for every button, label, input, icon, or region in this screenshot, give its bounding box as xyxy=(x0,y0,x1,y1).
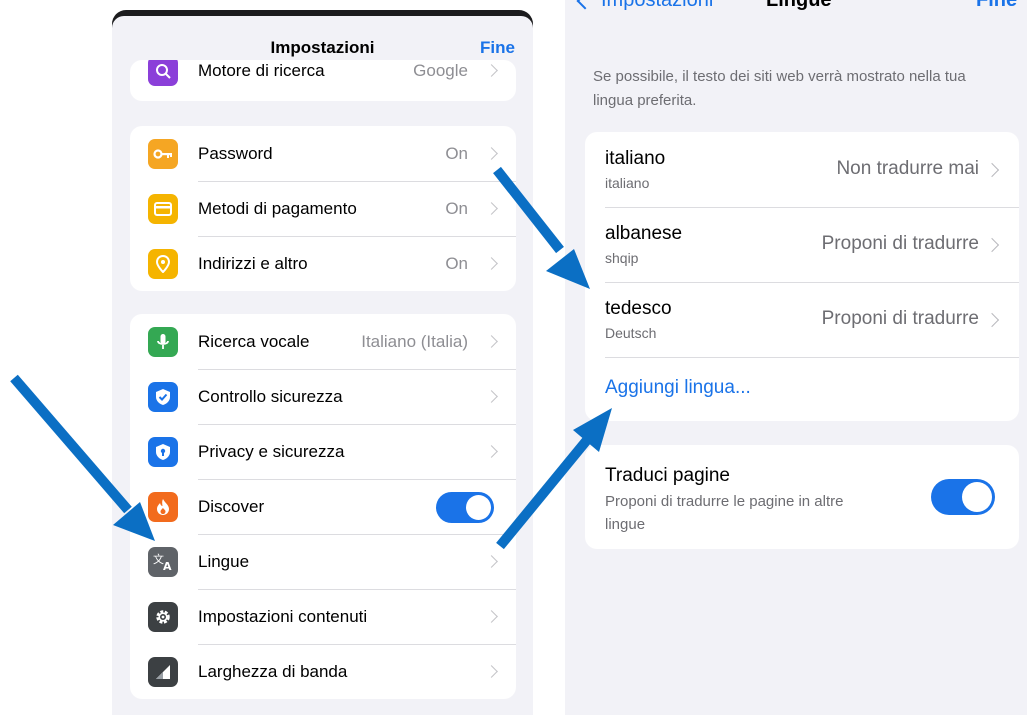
chevron-right-icon xyxy=(984,312,1000,328)
language-row-tedesco[interactable]: tedesco Deutsch Proponi di tradurre xyxy=(585,282,1019,357)
addresses-row[interactable]: Indirizzi e altro On xyxy=(130,236,516,291)
safety-check-label: Controllo sicurezza xyxy=(198,386,343,406)
safety-check-row[interactable]: Controllo sicurezza xyxy=(130,369,516,424)
add-language-link[interactable]: Aggiungi lingua... xyxy=(605,377,751,399)
languages-panel: Impostazioni Lingue Fine Se possibile, i… xyxy=(565,0,1027,715)
translate-pages-description: Proponi di tradurre le pagine in altre l… xyxy=(605,493,844,533)
settings-panel: Impostazioni Fine Motore di ricerca Goog… xyxy=(112,16,533,715)
chevron-right-icon xyxy=(485,555,498,568)
search-engine-group: Motore di ricerca Google xyxy=(130,60,516,101)
gear-icon xyxy=(148,602,178,632)
content-settings-label: Impostazioni contenuti xyxy=(198,606,368,626)
chevron-right-icon xyxy=(984,237,1000,253)
translate-pages-group: Traduci pagine Proponi di tradurre le pa… xyxy=(585,445,1019,549)
signal-icon xyxy=(148,657,178,687)
password-row[interactable]: Password On xyxy=(130,126,516,181)
privacy-security-row[interactable]: Privacy e sicurezza xyxy=(130,424,516,479)
chevron-right-icon xyxy=(485,335,498,348)
chevron-right-icon xyxy=(485,665,498,678)
key-icon xyxy=(148,139,178,169)
voice-search-label: Ricerca vocale xyxy=(198,331,310,351)
chevron-left-icon xyxy=(576,0,594,9)
content-settings-row[interactable]: Impostazioni contenuti xyxy=(130,589,516,644)
navigation-bar: Impostazioni Lingue Fine xyxy=(565,0,1027,32)
chevron-right-icon xyxy=(984,162,1000,178)
translate-setting: Proponi di tradurre xyxy=(821,233,979,254)
chevron-right-icon xyxy=(485,147,498,160)
chevron-right-icon xyxy=(485,64,498,77)
page-title: Lingue xyxy=(766,0,832,11)
payment-methods-value: On xyxy=(445,198,468,218)
translate-setting: Non tradurre mai xyxy=(836,158,979,179)
language-name: italiano xyxy=(605,148,666,169)
chevron-right-icon xyxy=(485,390,498,403)
location-pin-icon xyxy=(148,249,178,279)
microphone-icon xyxy=(148,327,178,357)
payment-methods-row[interactable]: Metodi di pagamento On xyxy=(130,181,516,236)
back-button[interactable]: Impostazioni xyxy=(575,0,713,12)
discover-label: Discover xyxy=(198,496,265,516)
add-language-row: Aggiungi lingua... xyxy=(585,357,1019,421)
payment-methods-label: Metodi di pagamento xyxy=(198,198,357,218)
language-name: tedesco xyxy=(605,298,672,319)
language-row-albanese[interactable]: albanese shqip Proponi di tradurre xyxy=(585,207,1019,282)
language-name: albanese xyxy=(605,223,683,244)
general-group: Ricerca vocale Italiano (Italia) Control… xyxy=(130,314,516,699)
shield-check-icon xyxy=(148,382,178,412)
languages-list: italiano italiano Non tradurre mai alban… xyxy=(585,132,1019,421)
chevron-right-icon xyxy=(485,445,498,458)
chevron-right-icon xyxy=(485,202,498,215)
back-label: Impostazioni xyxy=(601,0,714,11)
language-native-name: shqip xyxy=(605,250,639,266)
autofill-group: Password On Metodi di pagamento On Indir… xyxy=(130,126,516,291)
done-button[interactable]: Fine xyxy=(480,38,515,58)
chevron-right-icon xyxy=(485,610,498,623)
search-engine-row[interactable]: Motore di ricerca Google xyxy=(130,60,516,98)
search-engine-icon xyxy=(148,60,178,86)
languages-description: Se possibile, il testo dei siti web verr… xyxy=(593,68,966,109)
bandwidth-label: Larghezza di banda xyxy=(198,661,348,681)
page-title: Impostazioni xyxy=(270,38,375,57)
card-icon xyxy=(148,194,178,224)
bandwidth-row[interactable]: Larghezza di banda xyxy=(130,644,516,699)
voice-search-value: Italiano (Italia) xyxy=(361,331,468,351)
arrow-to-languages-icon xyxy=(10,374,132,514)
search-engine-label: Motore di ricerca xyxy=(198,60,325,80)
languages-row[interactable]: 文A Lingue xyxy=(130,534,516,589)
privacy-security-label: Privacy e sicurezza xyxy=(198,441,345,461)
discover-toggle[interactable] xyxy=(436,492,494,523)
discover-row: Discover xyxy=(130,479,516,534)
password-value: On xyxy=(445,143,468,163)
translate-pages-toggle[interactable] xyxy=(931,479,995,515)
flame-icon xyxy=(148,492,178,522)
language-native-name: italiano xyxy=(605,175,650,191)
language-row-italiano[interactable]: italiano italiano Non tradurre mai xyxy=(585,132,1019,207)
voice-search-row[interactable]: Ricerca vocale Italiano (Italia) xyxy=(130,314,516,369)
translate-pages-label: Traduci pagine xyxy=(605,465,730,486)
addresses-label: Indirizzi e altro xyxy=(198,253,308,273)
password-label: Password xyxy=(198,143,273,163)
done-button[interactable]: Fine xyxy=(976,0,1017,12)
shield-lock-icon xyxy=(148,437,178,467)
search-engine-value: Google xyxy=(413,60,468,80)
toggle-knob xyxy=(466,495,491,520)
languages-label: Lingue xyxy=(198,551,250,571)
translate-setting: Proponi di tradurre xyxy=(821,308,979,329)
toggle-knob xyxy=(962,482,992,512)
svg-text:A: A xyxy=(163,560,172,572)
chevron-right-icon xyxy=(485,257,498,270)
translate-icon: 文A xyxy=(148,547,178,577)
language-native-name: Deutsch xyxy=(605,325,657,341)
addresses-value: On xyxy=(445,253,468,273)
